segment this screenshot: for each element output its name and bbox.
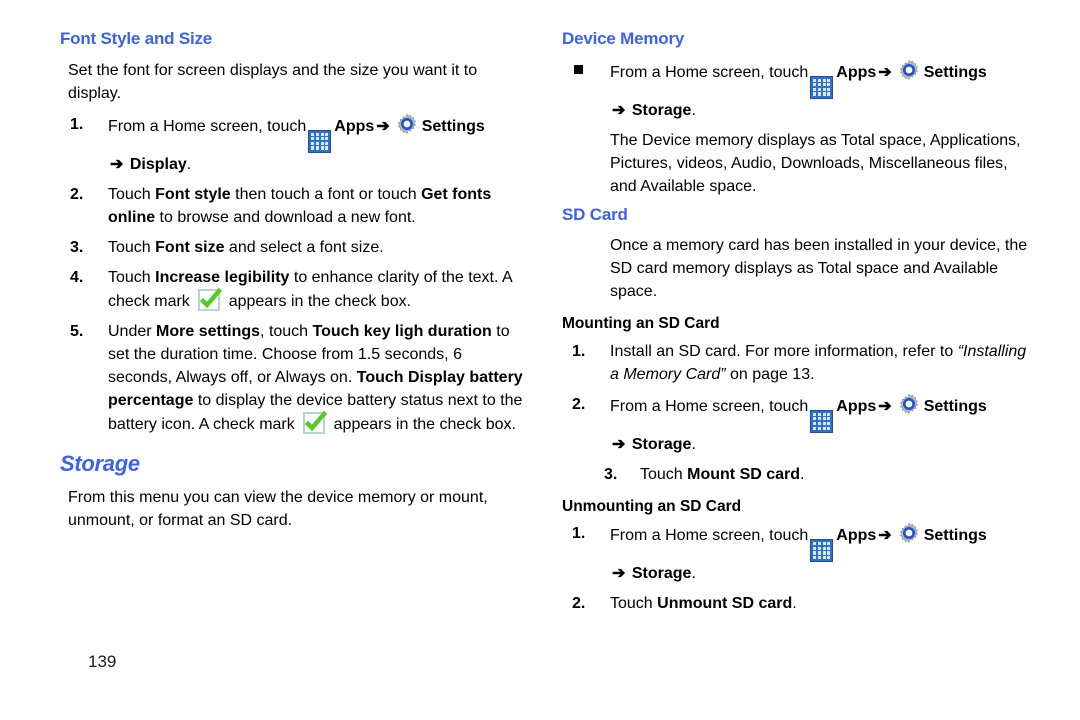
step-text: From a Home screen, touch Apps ➔ Settings ➔ … [108,113,485,173]
section-heading-storage: Storage [60,450,140,476]
settings-gear-icon [899,59,918,80]
green-check-icon [303,410,328,434]
step-text: From a Home screen, touch Apps ➔ Settings ➔ … [610,59,987,119]
arrow-icon: ➔ [110,155,124,173]
list-marker: 2. [572,395,586,413]
apps-grid-icon [810,409,834,433]
arrow-icon: ➔ [612,101,626,119]
step-text: Install an SD card. For more information… [610,342,1027,383]
apps-label: Apps [836,527,877,545]
sd-card-paragraph: Once a memory card has been installed in… [610,237,1028,301]
section-heading-device-memory: Device Memory [562,29,685,48]
step-text: From a Home screen, touch Apps ➔ Settings ➔ … [610,522,987,583]
arrow-icon: ➔ [612,435,626,453]
section-heading-sd-card: SD Card [562,204,628,224]
manual-page: Font Style and Size Set the font for scr… [0,0,1080,720]
subheading-unmounting-an-sd-card: Unmounting an SD Card [562,497,742,515]
settings-gear-icon [899,522,918,544]
list-item: 3. Touch Font size and select a font siz… [60,236,530,259]
list-item: From a Home screen, touch Apps ➔ Settings ➔ … [562,59,1032,122]
step-text: Touch Increase legibility to enhance cla… [108,268,512,311]
settings-gear-icon [899,393,918,415]
list-marker: 1. [572,525,586,543]
apps-grid-icon [308,129,332,153]
settings-label: Settings [923,63,987,81]
left-column: Font Style and Size Set the font for scr… [60,29,530,540]
storage-label: Storage [631,565,692,583]
storage-paragraph: From this menu you can view the device m… [68,488,488,529]
storage-label: Storage [631,101,692,119]
list-item: 1. Install an SD card. For more informat… [562,340,1032,386]
square-bullet-icon [574,59,604,82]
settings-gear-icon [397,113,416,134]
device-memory-detail-paragraph: The Device memory displays as Total spac… [610,131,1021,195]
list-item: 2. From a Home screen, touch Apps ➔ Setting… [562,393,1032,456]
apps-label: Apps [334,117,375,135]
step-text: Touch Font style then touch a font or to… [108,185,492,226]
arrow-icon: ➔ [612,565,626,583]
apps-label: Apps [836,397,877,415]
list-item: 3. Touch Mount SD card. [562,463,1032,486]
list-marker: 1. [572,342,586,360]
display-label: Display [129,155,187,173]
intro-paragraph: Set the font for screen displays and the… [68,61,478,102]
step-text: Touch Unmount SD card. [610,595,797,613]
list-item: 2. Touch Unmount SD card. [562,592,1032,615]
list-item: 1. From a Home screen, touch Apps ➔ Setting… [562,522,1032,585]
step-text: Touch Font size and select a font size. [108,238,384,256]
subheading-mounting-an-sd-card: Mounting an SD Card [562,315,720,333]
list-marker: 5. [70,322,84,340]
arrow-icon: ➔ [376,117,390,135]
settings-label: Settings [421,117,485,135]
section-heading-font-style-and-size: Font Style and Size [60,29,213,48]
list-item: 1. From a Home screen, touch Apps ➔ Setting… [60,113,530,176]
arrow-icon: ➔ [878,63,892,81]
step-text: From a Home screen, touch Apps ➔ Settings ➔ … [610,393,987,453]
list-marker: 4. [70,268,84,286]
list-marker: 2. [572,595,586,613]
list-marker: 1. [70,115,84,133]
settings-label: Settings [923,527,987,545]
settings-label: Settings [923,397,987,415]
arrow-icon: ➔ [878,397,892,415]
storage-label: Storage [631,435,692,453]
list-item: 4. Touch Increase legibility to enhance … [60,266,530,313]
list-item: 5. Under More settings, touch Touch key … [60,320,530,436]
page-number: 139 [88,652,117,671]
list-marker: 2. [70,185,84,203]
green-check-icon [198,287,223,311]
step-text: Under More settings, touch Touch key lig… [108,322,523,434]
list-marker: 3. [70,238,84,256]
apps-grid-icon [810,539,834,563]
list-item: 2. Touch Font style then touch a font or… [60,183,530,229]
arrow-icon: ➔ [878,527,892,545]
list-marker: 3. [604,465,618,483]
step-text: Touch Mount SD card. [640,465,805,483]
apps-label: Apps [836,63,877,81]
right-column: Device Memory From a Home screen, touch A… [562,29,1032,622]
apps-grid-icon [810,75,834,99]
